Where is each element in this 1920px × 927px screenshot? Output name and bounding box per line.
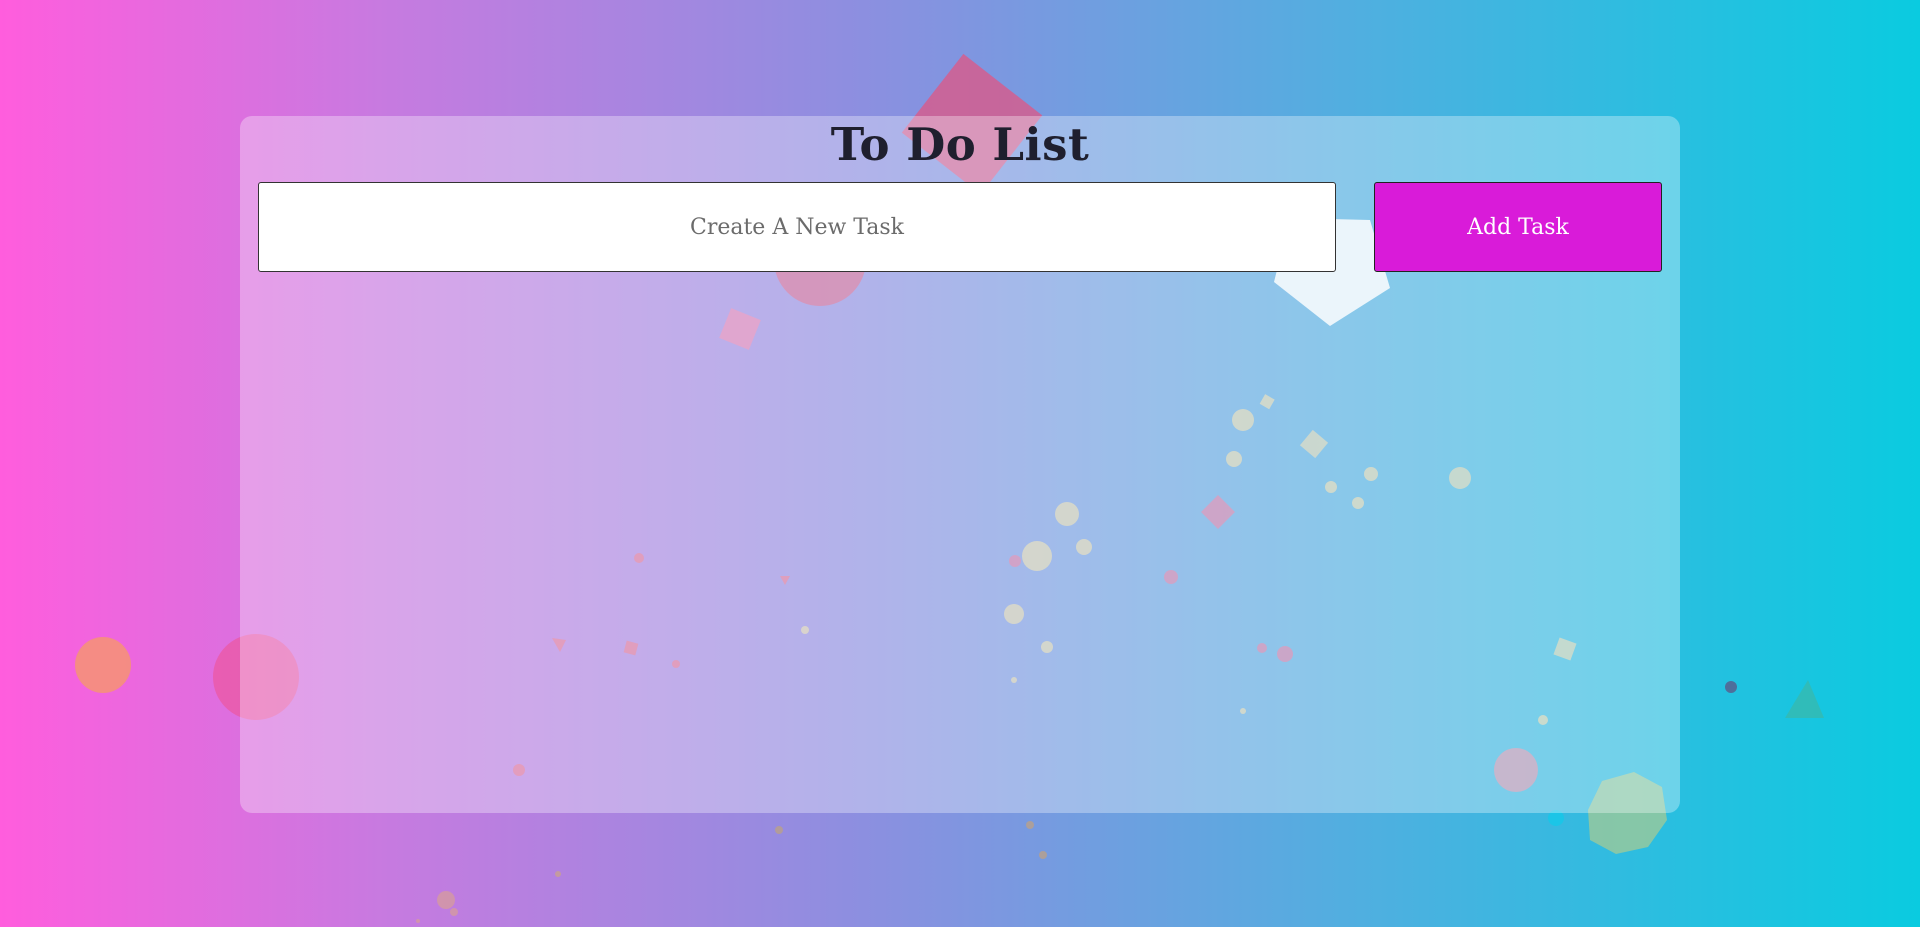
page-title: To Do List	[830, 118, 1090, 171]
particle-dot	[450, 908, 458, 916]
new-task-input[interactable]	[258, 182, 1336, 272]
particle-dot	[1026, 821, 1034, 829]
add-task-button[interactable]: Add Task	[1374, 182, 1662, 272]
todo-panel: To Do List Add Task	[240, 116, 1680, 813]
particle-dot	[1039, 851, 1047, 859]
particle-triangle	[1785, 680, 1824, 718]
particle-dot	[416, 919, 420, 923]
particle-dot	[555, 871, 561, 877]
particle-dot	[1725, 681, 1737, 693]
particle-dot	[437, 891, 455, 909]
task-list	[258, 292, 1662, 792]
particle-circle	[75, 637, 131, 693]
particle-dot	[775, 826, 783, 834]
